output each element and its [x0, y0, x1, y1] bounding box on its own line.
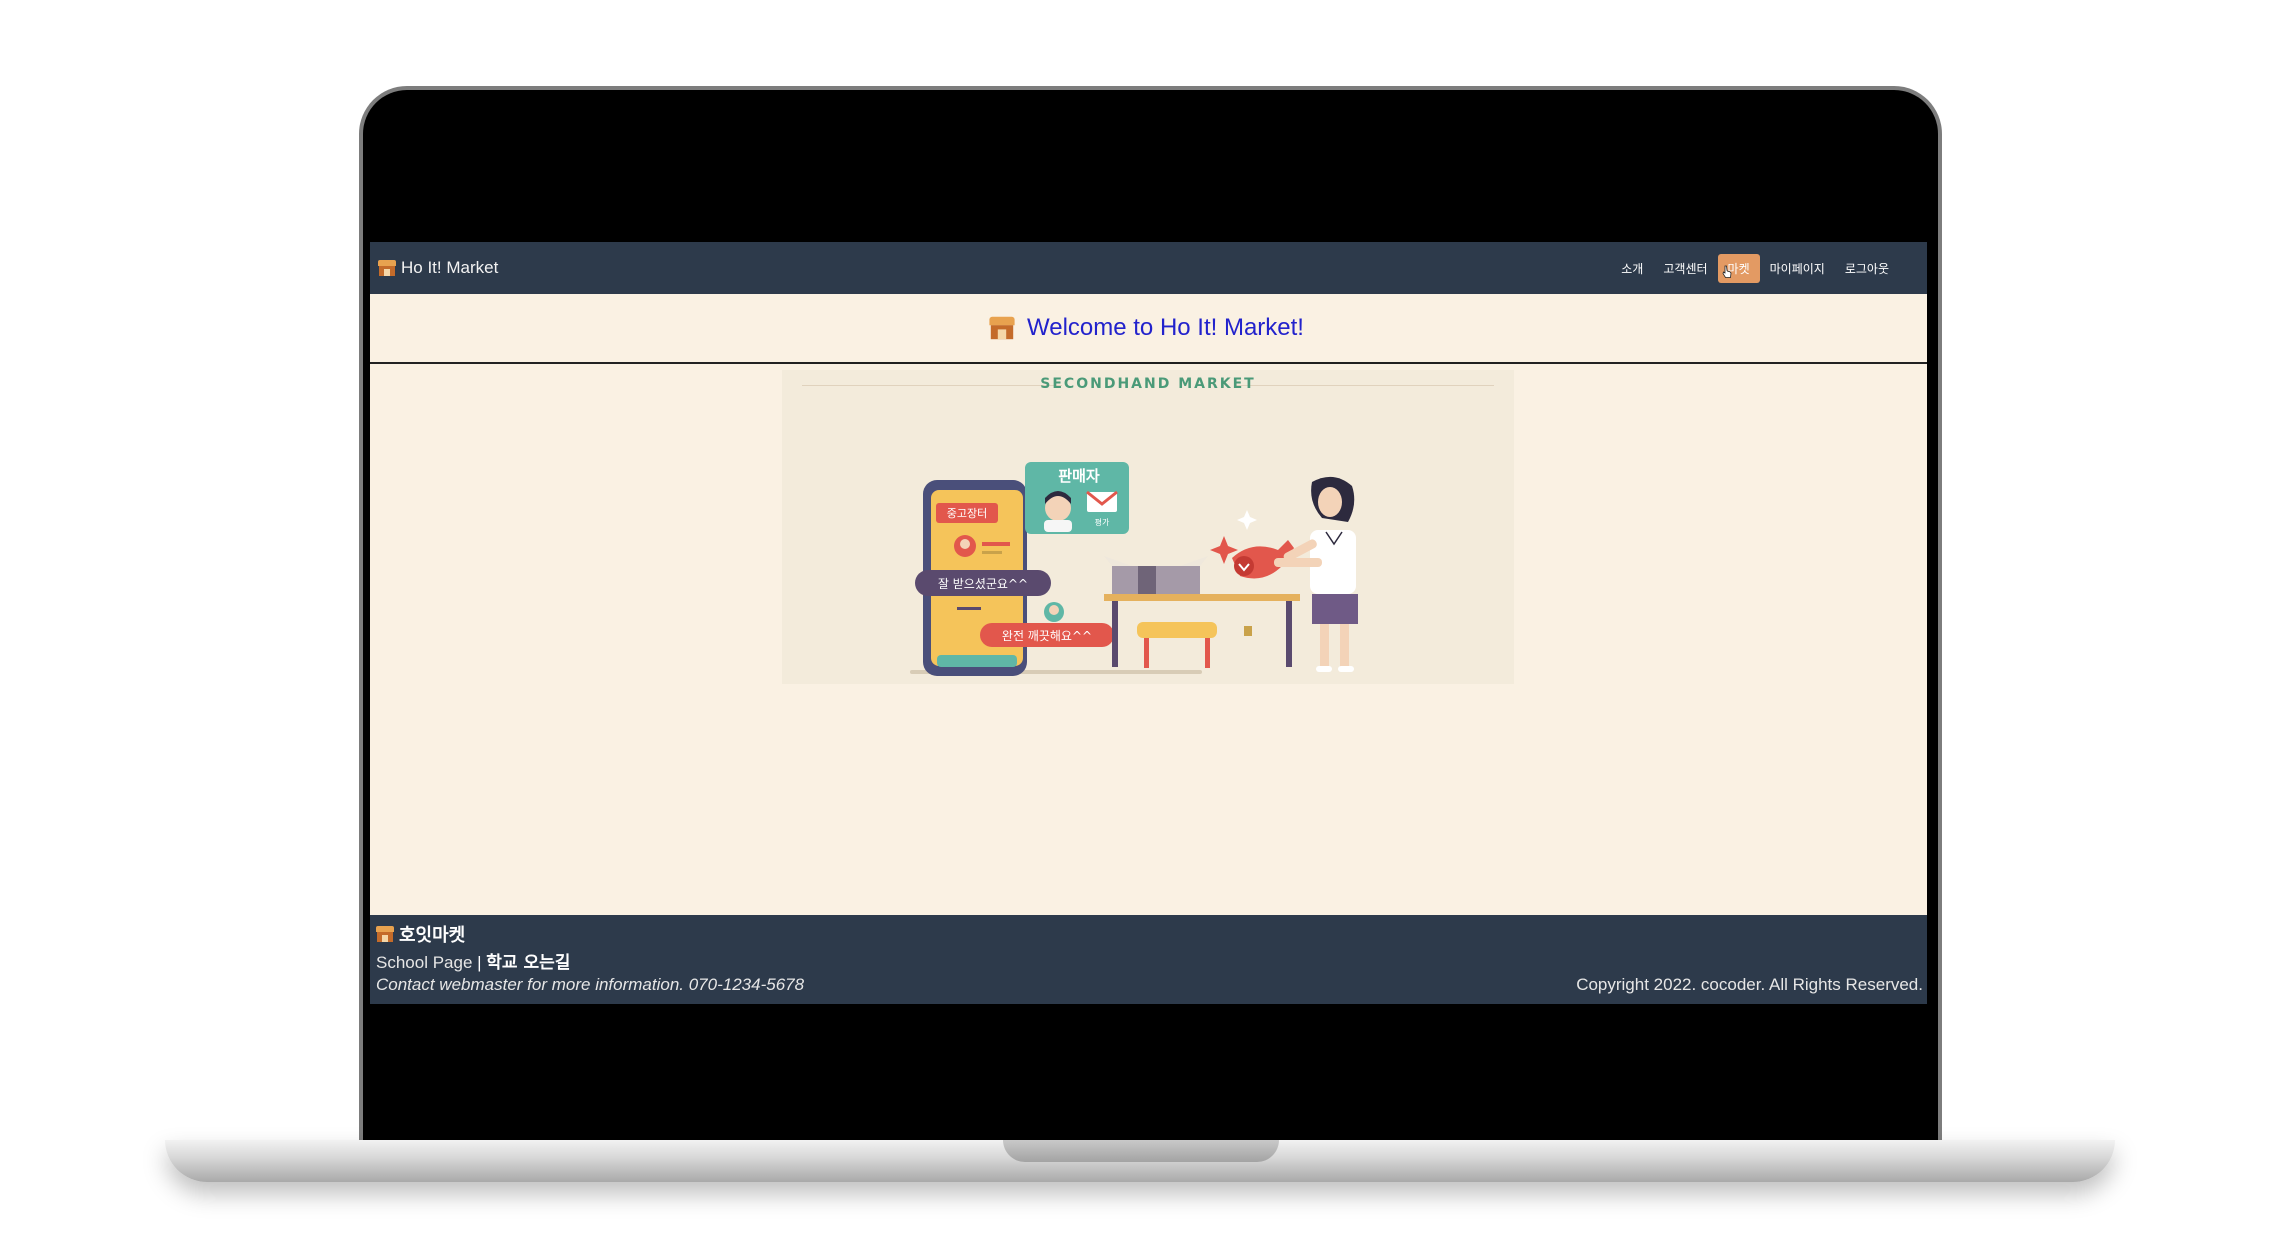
store-icon	[378, 260, 396, 276]
market-tag-label: 중고장터	[947, 507, 987, 520]
secondhand-market-banner: SECONDHAND MARKET 중고장터 잘 받으셨군요^^ 완전 깨끗해요…	[782, 370, 1514, 684]
footer: 호잇마켓 School Page | 학교 오는길 Contact webmas…	[370, 915, 1927, 1004]
navbar: Ho It! Market 소개 고객센터 마켓 마이페이지 로그아웃	[370, 242, 1927, 294]
footer-contact: Contact webmaster for more information. …	[376, 975, 805, 994]
bubble-received-label: 잘 받으셨군요^^	[938, 577, 1028, 591]
store-icon	[376, 926, 394, 942]
laptop-notch	[1003, 1140, 1279, 1162]
nav-links: 소개 고객센터 마켓 마이페이지 로그아웃	[1611, 253, 1899, 283]
welcome-header: Welcome to Ho It! Market!	[370, 294, 1927, 364]
footer-brand-name: 호잇마켓	[399, 925, 466, 946]
seller-label: 판매자	[1058, 467, 1100, 485]
brand-link[interactable]: Ho It! Market	[378, 258, 498, 278]
footer-separator: |	[477, 953, 482, 972]
store-icon	[989, 316, 1015, 340]
market-illustration: 중고장터 잘 받으셨군요^^ 완전 깨끗해요^^ 판매자 평가	[910, 462, 1358, 676]
directions-link[interactable]: 학교 오는길	[486, 953, 570, 973]
footer-copyright: Copyright 2022. cocoder. All Rights Rese…	[1576, 975, 1923, 994]
footer-brand: 호잇마켓	[376, 921, 465, 947]
bubble-clean-label: 완전 깨끗해요^^	[1002, 629, 1092, 643]
nav-item-support[interactable]: 고객센터	[1653, 254, 1717, 283]
browser-screen: Ho It! Market 소개 고객센터 마켓 마이페이지 로그아웃 Welc…	[370, 242, 1927, 1004]
rating-label: 평가	[1095, 517, 1110, 527]
hand-cursor-icon	[1722, 265, 1732, 278]
welcome-title: Welcome to Ho It! Market!	[1027, 314, 1304, 341]
nav-item-mypage[interactable]: 마이페이지	[1760, 254, 1835, 283]
school-page-link[interactable]: School Page	[376, 953, 472, 972]
footer-links: School Page | 학교 오는길	[376, 948, 570, 973]
nav-item-logout[interactable]: 로그아웃	[1835, 254, 1899, 283]
nav-item-about[interactable]: 소개	[1611, 254, 1653, 283]
brand-name: Ho It! Market	[401, 258, 499, 277]
